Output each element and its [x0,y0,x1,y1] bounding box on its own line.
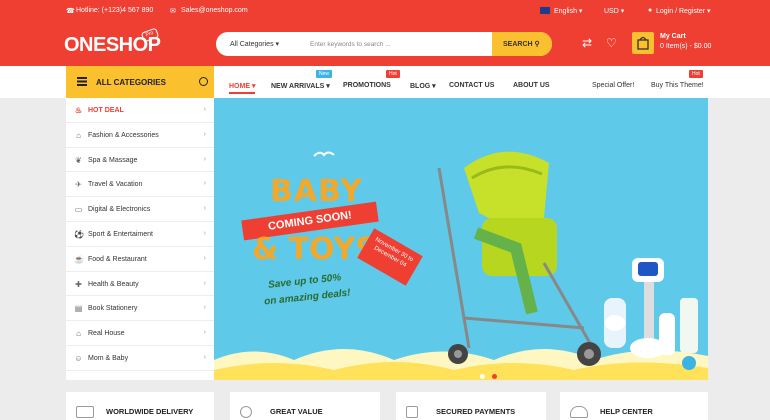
feature-secured-payments: SECURED PAYMENTS [396,392,546,420]
all-categories-toggle[interactable]: ALL CATEGORIES [66,66,214,98]
sidebar-item-travel[interactable]: ✈ Travel & Vacation › [66,172,214,198]
chevron-right-icon: › [203,354,206,361]
mail-icon: ✉ [170,8,176,15]
cart-info[interactable]: My Cart 0 Item(s) - $0.00 [660,32,711,52]
nav-active-underline [229,92,255,94]
header: ONESHOP Pro All Categories ▾ SEARCH ⚲ ⇄ … [0,22,770,66]
chevron-right-icon: › [203,205,206,213]
sidebar-item-fashion[interactable]: ⌂ Fashion & Accessories › [66,123,214,148]
main-nav-bar: ALL CATEGORIES HOME ▾ NEW ARRIVALS ▾ New… [0,66,770,98]
nav-blog[interactable]: BLOG ▾ [410,82,436,90]
sidebar-item-digital[interactable]: ▭ Digital & Electronics › [66,197,214,222]
sidebar-item-health[interactable]: ✚ Health & Beauty › [66,272,214,297]
chevron-right-icon: › [203,155,206,163]
cart-title: My Cart [660,33,686,40]
feature-worldwide-delivery: WORLDWIDE DELIVERY [66,392,214,420]
sidebar-item-house[interactable]: ⌂ Real House › [66,321,214,346]
chevron-right-icon: › [203,130,206,138]
health-icon: ✚ [75,279,82,289]
uk-flag-icon [540,7,550,14]
sport-icon: ⚽ [74,230,84,239]
search-button[interactable]: SEARCH ⚲ [492,32,552,56]
language-select[interactable]: English ▾ [554,7,582,15]
hot-badge-right: Hot [689,70,703,78]
banner-title-toys: & TOYS [252,232,377,267]
wishlist-heart-icon[interactable]: ♡ [606,36,617,50]
truck-icon [76,406,94,418]
house-icon: ⌂ [76,329,81,339]
food-icon: ☕ [74,254,84,264]
search-icon: ⚲ [534,41,540,48]
all-categories-label: ALL CATEGORIES [96,78,166,87]
nav-contact-us[interactable]: CONTACT US [449,82,494,89]
slider-dots[interactable] [480,366,498,380]
feature-great-value: GREAT VALUE [230,392,380,420]
chevron-right-icon: › [203,279,206,287]
sidebar-item-book[interactable]: ▤ Book Stationery › [66,296,214,322]
cart-summary: 0 Item(s) - $0.00 [660,43,712,50]
cart-bag-icon [637,36,649,50]
chevron-right-icon: › [203,329,206,337]
nav-about-us[interactable]: ABOUT US [513,82,550,89]
slider-dot-active[interactable] [492,374,498,379]
headset-icon [570,406,588,418]
search-category-select[interactable]: All Categories ▾ [230,40,279,48]
phone-icon: ☎ [66,8,75,15]
flame-icon: ♨ [74,106,83,115]
chevron-right-icon: › [203,230,206,237]
feature-help-center: HELP CENTER [560,392,708,420]
sidebar-item-sport[interactable]: ⚽ Sport & Entertaiment › [66,222,214,247]
category-sidebar: ♨ HOT DEAL › ⌂ Fashion & Accessories › ❦ Spa … [66,98,214,380]
chevron-right-icon: › [203,304,206,312]
travel-icon: ✈ [75,180,82,190]
chevron-right-icon: › [203,106,206,113]
lock-icon [406,406,418,418]
stroller-illustration [437,151,601,366]
nav-home[interactable]: HOME ▾ [229,82,255,90]
banner-title-baby: BABY [270,174,364,209]
bird-icon [313,151,335,157]
book-icon: ▤ [74,304,83,314]
user-icon: ● [648,7,653,14]
special-offer-link[interactable]: Special Offer! [592,82,634,89]
baby-icon: ☺ [74,354,83,363]
login-register-link[interactable]: Login / Register ▾ [656,7,711,15]
new-badge: New [316,70,333,78]
slider-dot[interactable] [480,374,485,379]
compare-icon[interactable]: ⇄ [582,36,592,50]
sidebar-item-mom-baby[interactable]: ☺ Mom & Baby › [66,346,214,371]
grid-icon [77,77,87,86]
nav-new-arrivals[interactable]: NEW ARRIVALS ▾ [271,82,330,90]
currency-select[interactable]: USD ▾ [604,7,624,15]
sidebar-item-food[interactable]: ☕ Food & Restaurant › [66,247,214,272]
chevron-right-icon: › [203,254,206,262]
chevron-right-icon: › [203,180,206,188]
hero-banner[interactable]: BABY COMING SOON! & TOYS November 30 to … [214,98,708,380]
search-input[interactable] [310,37,480,51]
sidebar-item-spa[interactable]: ❦ Spa & Massage › [66,148,214,173]
shirt-icon: ⌂ [76,130,81,140]
chevron-circle-icon [199,77,208,86]
buy-theme-link[interactable]: Buy This Theme! [651,82,704,89]
coin-icon [240,406,252,418]
spa-icon: ❦ [75,155,82,165]
monitor-icon: ▭ [74,205,83,215]
top-bar: ☎ Hotline: (+123)4 567 890 ✉ Sales@onesh… [0,0,770,22]
hot-badge: Hot [386,70,400,78]
email-text[interactable]: Sales@oneshop.com [181,7,248,14]
search-bar: All Categories ▾ SEARCH ⚲ [216,32,552,56]
cart-button[interactable] [632,32,654,54]
nav-promotions[interactable]: PROMOTIONS [343,82,391,89]
sidebar-item-hot-deal[interactable]: ♨ HOT DEAL › [66,98,214,123]
hotline-text: Hotline: (+123)4 567 890 [76,7,154,14]
